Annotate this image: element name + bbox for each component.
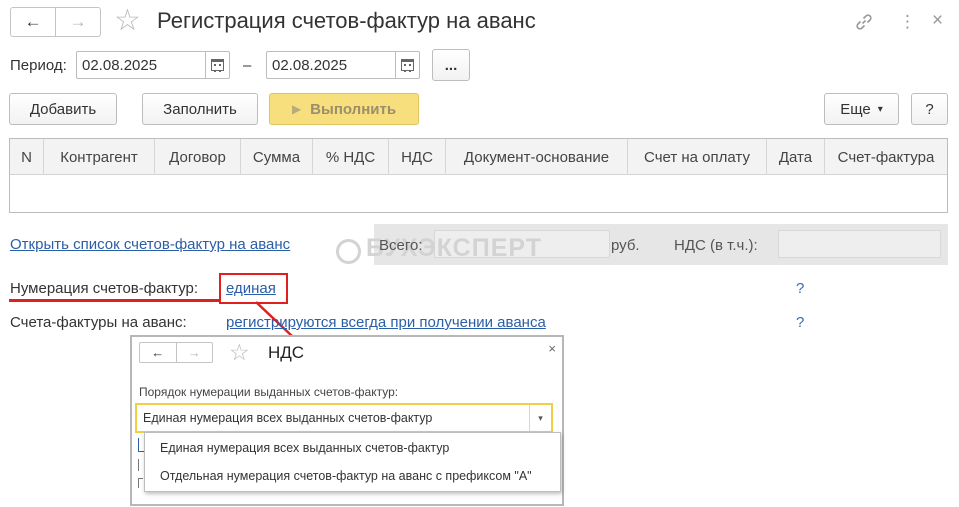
more-vertical-icon[interactable]: ⋮ — [899, 12, 916, 32]
period-from-field[interactable]: 02.08.2025 — [76, 51, 230, 79]
nav-buttons: ← → — [10, 7, 101, 37]
currency-label: руб. — [611, 237, 640, 254]
column-header-date[interactable]: Дата — [767, 139, 825, 175]
advance-invoices-link[interactable]: регистрируются всегда при получении аван… — [226, 314, 546, 331]
numbering-help-icon[interactable]: ? — [796, 280, 804, 297]
vat-total-field — [778, 230, 941, 258]
more-button[interactable]: Еще ▾ — [824, 93, 899, 125]
period-label: Период: — [10, 57, 67, 74]
period-from-value[interactable]: 02.08.2025 — [77, 57, 205, 74]
play-icon: ▶ — [291, 102, 302, 116]
column-header-payment-invoice[interactable]: Счет на оплату — [628, 139, 767, 175]
watermark-logo — [336, 239, 361, 264]
run-button-label: Выполнить — [310, 100, 397, 118]
link-chain-icon — [856, 14, 872, 30]
fill-button[interactable]: Заполнить — [142, 93, 258, 125]
column-header-counterparty[interactable]: Контрагент — [44, 139, 155, 175]
back-icon[interactable]: ← — [140, 343, 176, 362]
column-header-contract[interactable]: Договор — [155, 139, 241, 175]
chevron-down-icon: ▾ — [877, 103, 883, 115]
column-header-amount[interactable]: Сумма — [241, 139, 313, 175]
add-button[interactable]: Добавить — [9, 93, 117, 125]
numbering-label: Нумерация счетов-фактур: — [10, 280, 199, 297]
invoice-table[interactable]: N Контрагент Договор Сумма % НДС НДС Док… — [9, 138, 948, 213]
column-header-base-document[interactable]: Документ-основание — [446, 139, 628, 175]
open-invoice-list-link[interactable]: Открыть список счетов-фактур на аванс — [10, 236, 290, 253]
link-icon[interactable] — [854, 12, 874, 37]
numbering-order-dropdown: Единая нумерация всех выданных счетов-фа… — [144, 432, 561, 492]
chevron-down-icon[interactable]: ▾ — [529, 405, 551, 431]
close-icon[interactable]: × — [548, 341, 556, 356]
calendar-icon[interactable] — [205, 52, 229, 78]
total-label: Всего: — [379, 237, 423, 254]
obscured-text — [138, 478, 143, 488]
period-separator: – — [243, 57, 252, 74]
period-to-value[interactable]: 02.08.2025 — [267, 57, 395, 74]
back-icon[interactable]: ← — [11, 8, 55, 36]
dropdown-option-separate[interactable]: Отдельная нумерация счетов-фактур на ава… — [160, 469, 532, 483]
table-header: N Контрагент Договор Сумма % НДС НДС Док… — [10, 139, 947, 175]
close-icon[interactable]: × — [932, 11, 943, 31]
dropdown-option-unified[interactable]: Единая нумерация всех выданных счетов-фа… — [160, 441, 449, 455]
more-button-label: Еще — [840, 100, 871, 118]
help-button[interactable]: ? — [911, 93, 948, 125]
period-to-field[interactable]: 02.08.2025 — [266, 51, 420, 79]
numbering-order-value[interactable]: Единая нумерация всех выданных счетов-фа… — [137, 411, 529, 425]
run-button[interactable]: ▶ Выполнить — [269, 93, 419, 125]
column-header-n[interactable]: N — [10, 139, 44, 175]
favorite-star-icon[interactable]: ☆ — [114, 3, 141, 39]
numbering-order-label: Порядок нумерации выданных счетов-фактур… — [139, 385, 399, 399]
vat-total-label: НДС (в т.ч.): — [674, 237, 758, 254]
column-header-invoice[interactable]: Счет-фактура — [825, 139, 947, 175]
obscured-text — [138, 459, 141, 471]
forward-icon[interactable]: → — [175, 343, 213, 362]
page-title: Регистрация счетов-фактур на аванс — [157, 8, 536, 33]
advance-invoices-help-icon[interactable]: ? — [796, 314, 804, 331]
column-header-vat[interactable]: НДС — [389, 139, 446, 175]
favorite-star-icon[interactable]: ☆ — [229, 337, 250, 367]
calendar-icon[interactable] — [395, 52, 419, 78]
forward-icon[interactable]: → — [55, 8, 100, 36]
dialog-title: НДС — [268, 343, 305, 362]
period-select-button[interactable]: ... — [432, 49, 470, 81]
dialog-nav-buttons: ← → — [139, 342, 213, 363]
annotation-underline — [9, 299, 219, 302]
numbering-order-select[interactable]: Единая нумерация всех выданных счетов-фа… — [135, 403, 553, 433]
advance-invoices-label: Счета-фактуры на аванс: — [10, 314, 187, 331]
column-header-vat-rate[interactable]: % НДС — [313, 139, 389, 175]
